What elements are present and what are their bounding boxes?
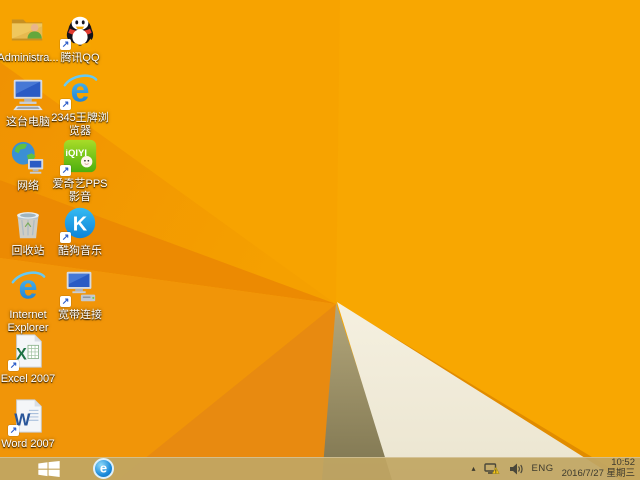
taskbar-internet-explorer-button[interactable]: e (93, 458, 114, 479)
ie-e-icon: e ↗ (60, 71, 100, 111)
desktop-icon-tencent-qq[interactable]: ↗ 腾讯QQ (48, 10, 112, 65)
excel-icon: X ↗ (8, 332, 48, 372)
network-globe-icon (8, 139, 48, 179)
desktop-icon-iqiyi-pps[interactable]: iQIYI ↗ 爱奇艺PPS 影音 (48, 136, 112, 203)
language-indicator[interactable]: ENG (532, 463, 554, 474)
desktop-icon-label: 爱奇艺PPS 影音 (52, 178, 108, 203)
broadband-icon: ↗ (60, 268, 100, 308)
desktop-icon-label: Excel 2007 (0, 373, 56, 385)
user-folder-icon (8, 11, 48, 51)
computer-icon (8, 75, 48, 115)
shortcut-arrow-icon: ↗ (60, 99, 71, 110)
desktop-icon-label: Word 2007 (1, 438, 55, 450)
desktop-icon-2345-browser[interactable]: e ↗ 2345王牌浏览器 (48, 70, 112, 137)
ie-e-icon: e (99, 460, 108, 476)
desktop[interactable]: Administra... 这台电脑 网络 回收站 e Internet Exp… (0, 0, 640, 480)
desktop-icon-kugou-music[interactable]: K ↗ 酷狗音乐 (48, 203, 112, 258)
clock-date: 2016/7/27 星期三 (561, 467, 635, 479)
iqiyi-icon: iQIYI ↗ (60, 137, 100, 177)
desktop-icon-label: 宽带连接 (58, 309, 102, 321)
recycle-bin-icon (8, 204, 48, 244)
desktop-icon-broadband[interactable]: ↗ 宽带连接 (48, 267, 112, 322)
start-button[interactable] (28, 457, 70, 480)
taskbar-clock[interactable]: 10:52 2016/7/27 星期三 (561, 457, 635, 479)
shortcut-arrow-icon: ↗ (60, 165, 71, 176)
volume-icon[interactable] (508, 462, 524, 476)
desktop-icon-excel-2007[interactable]: X ↗ Excel 2007 (0, 331, 60, 386)
system-tray: ▴ ENG 10:52 2016/7/27 星期三 (471, 457, 640, 480)
desktop-icon-label: 酷狗音乐 (58, 245, 102, 257)
taskbar: e ▴ ENG 10:52 2016/7/27 星期三 (0, 457, 640, 480)
shortcut-arrow-icon: ↗ (60, 296, 71, 307)
windows-logo-icon (38, 460, 60, 477)
shortcut-arrow-icon: ↗ (60, 232, 71, 243)
svg-text:K: K (73, 214, 88, 236)
network-warning-icon[interactable] (483, 462, 500, 476)
shortcut-arrow-icon: ↗ (8, 360, 19, 371)
show-hidden-icons-button[interactable]: ▴ (471, 464, 475, 473)
shortcut-arrow-icon: ↗ (60, 39, 71, 50)
clock-time: 10:52 (611, 457, 635, 468)
word-icon: W ↗ (8, 397, 48, 437)
kugou-k-icon: K ↗ (60, 204, 100, 244)
desktop-icon-word-2007[interactable]: W ↗ Word 2007 (0, 396, 60, 451)
ie-e-icon: e (8, 268, 48, 308)
qq-penguin-icon: ↗ (60, 11, 100, 51)
shortcut-arrow-icon: ↗ (8, 425, 19, 436)
desktop-icon-label: 2345王牌浏览器 (51, 112, 109, 137)
desktop-icon-label: 腾讯QQ (60, 52, 100, 64)
